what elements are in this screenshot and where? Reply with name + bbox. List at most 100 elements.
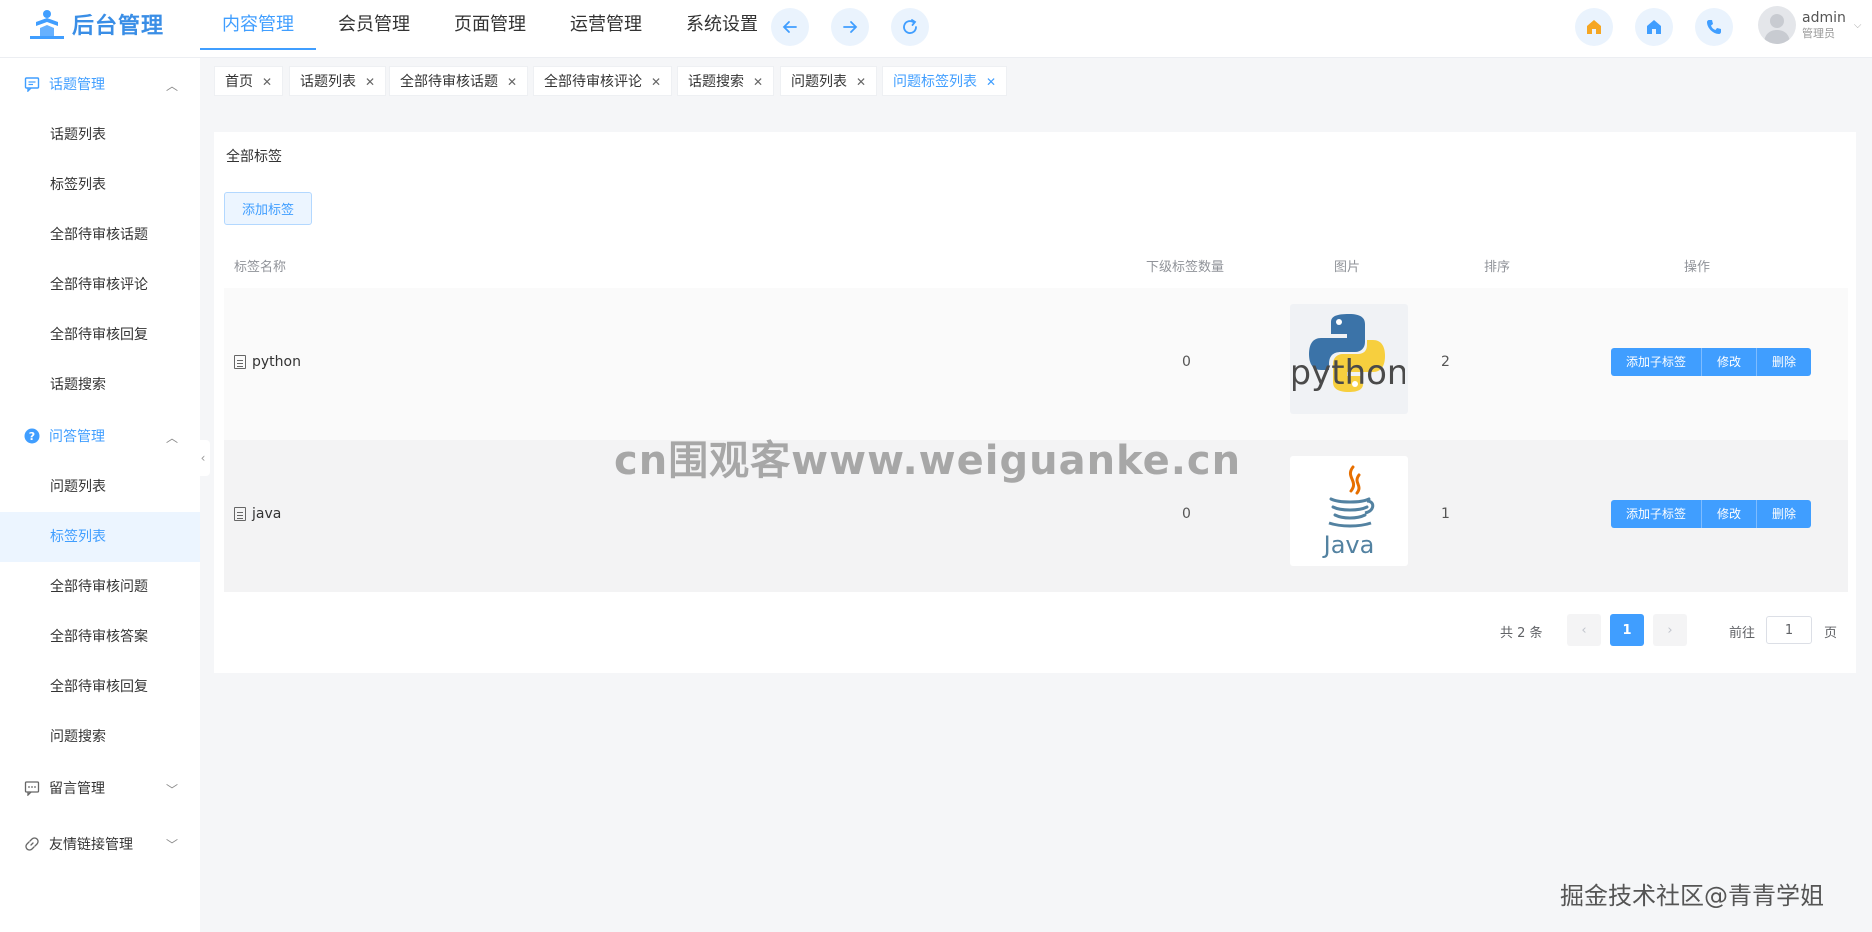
- back-button[interactable]: [771, 8, 809, 46]
- sidebar-item-pending-answers[interactable]: 全部待审核答案: [0, 612, 200, 662]
- arrow-left-icon: [782, 21, 797, 33]
- sidebar-item-topic-search[interactable]: 话题搜索: [0, 360, 200, 410]
- row-actions: 添加子标签 修改 删除: [1611, 348, 1812, 376]
- tag-home[interactable]: 首页 ✕: [214, 66, 284, 96]
- delete-button[interactable]: 删除: [1757, 500, 1812, 528]
- sidebar-group-topics[interactable]: 话题管理 ︿: [0, 58, 200, 110]
- refresh-icon: [903, 19, 917, 34]
- sidebar-group-label: 友情链接管理: [49, 837, 133, 853]
- top-nav: 内容管理 会员管理 页面管理 运营管理 系统设置: [200, 0, 780, 50]
- tag-name-cell: java: [234, 506, 281, 522]
- sidebar-group-qa[interactable]: ? 问答管理 ︿: [0, 410, 200, 462]
- sidebar-item-pending-replies[interactable]: 全部待审核回复: [0, 310, 200, 360]
- close-icon[interactable]: ✕: [507, 75, 517, 89]
- sidebar-group-label: 问答管理: [49, 429, 105, 445]
- sidebar-item-question-tags[interactable]: 标签列表: [0, 512, 200, 562]
- chat-icon: [24, 76, 40, 92]
- goto-page-input[interactable]: 1: [1766, 616, 1812, 644]
- tag-question-tags[interactable]: 问题标签列表 ✕: [882, 66, 1008, 96]
- document-icon: [234, 507, 246, 521]
- tag-pending-topics[interactable]: 全部待审核话题 ✕: [389, 66, 529, 96]
- close-icon[interactable]: ✕: [986, 75, 996, 89]
- tag-topic-search[interactable]: 话题搜索 ✕: [677, 66, 775, 96]
- chevron-up-icon: ︿: [165, 431, 178, 445]
- close-icon[interactable]: ✕: [753, 75, 763, 89]
- user-role: 管理员: [1802, 27, 1835, 40]
- chevron-up-icon: ︿: [165, 79, 178, 93]
- home-orange-button[interactable]: [1575, 8, 1613, 46]
- sort-value: 2: [1441, 354, 1450, 370]
- prev-page-button[interactable]: ‹: [1567, 614, 1601, 646]
- close-icon[interactable]: ✕: [651, 75, 661, 89]
- sidebar-item-pending-comments[interactable]: 全部待审核评论: [0, 260, 200, 310]
- column-header-sort: 排序: [1484, 260, 1511, 275]
- edit-button[interactable]: 修改: [1702, 348, 1758, 376]
- sidebar-group-label: 话题管理: [49, 77, 105, 93]
- sidebar-item-question-search[interactable]: 问题搜索: [0, 712, 200, 762]
- page-suffix: 页: [1824, 626, 1838, 641]
- page-number-button[interactable]: 1: [1610, 614, 1644, 646]
- card-title: 全部标签: [226, 149, 282, 165]
- home-icon: [1587, 20, 1601, 34]
- goto-label: 前往: [1729, 626, 1756, 641]
- column-header-actions: 操作: [1684, 260, 1711, 275]
- svg-text:Java: Java: [1322, 531, 1375, 559]
- sidebar-collapse-handle[interactable]: ‹: [196, 440, 210, 476]
- tags-card: 全部标签 添加标签 标签名称 下级标签数量 图片 排序 操作 python 0 …: [214, 132, 1856, 673]
- app-logo[interactable]: 后台管理: [28, 8, 164, 40]
- tag-name-cell: python: [234, 354, 301, 370]
- home-icon: [1647, 20, 1661, 34]
- phone-button[interactable]: [1695, 8, 1733, 46]
- close-icon[interactable]: ✕: [262, 75, 272, 89]
- add-child-tag-button[interactable]: 添加子标签: [1611, 500, 1703, 528]
- edit-button[interactable]: 修改: [1702, 500, 1758, 528]
- close-icon[interactable]: ✕: [856, 75, 866, 89]
- sort-value: 1: [1441, 506, 1450, 522]
- row-actions: 添加子标签 修改 删除: [1611, 500, 1812, 528]
- chevron-down-icon: ﹀: [165, 838, 178, 852]
- chevron-down-icon: ﹀: [165, 783, 178, 797]
- document-icon: [234, 355, 246, 369]
- column-header-name: 标签名称: [234, 260, 287, 275]
- watermark-center: cn围观客www.weiguanke.cn: [614, 438, 1242, 484]
- forward-button[interactable]: [831, 8, 869, 46]
- close-icon[interactable]: ✕: [365, 75, 375, 89]
- sidebar-item-pending-qa-replies[interactable]: 全部待审核回复: [0, 662, 200, 712]
- topnav-members[interactable]: 会员管理: [316, 0, 432, 50]
- topnav-content[interactable]: 内容管理: [200, 0, 316, 50]
- children-count: 0: [1182, 354, 1191, 370]
- pagination-total: 共 2 条: [1500, 626, 1543, 641]
- topnav-operations[interactable]: 运营管理: [548, 0, 664, 50]
- topnav-pages[interactable]: 页面管理: [432, 0, 548, 50]
- chevron-down-icon: ⌵: [1853, 19, 1862, 31]
- add-child-tag-button[interactable]: 添加子标签: [1611, 348, 1703, 376]
- user-menu[interactable]: admin 管理员 ⌵: [1758, 6, 1861, 44]
- topnav-settings[interactable]: 系统设置: [664, 0, 780, 50]
- add-tag-button[interactable]: 添加标签: [224, 192, 312, 225]
- home-blue-button[interactable]: [1635, 8, 1673, 46]
- python-logo-image[interactable]: python: [1290, 304, 1408, 414]
- refresh-button[interactable]: [891, 8, 929, 46]
- java-logo-image[interactable]: Java: [1290, 456, 1408, 566]
- column-header-children: 下级标签数量: [1146, 260, 1225, 275]
- tag-topic-list[interactable]: 话题列表 ✕: [289, 66, 387, 96]
- next-page-button[interactable]: ›: [1653, 614, 1687, 646]
- arrow-right-icon: [843, 21, 858, 33]
- sidebar: 话题管理 ︿ 话题列表 标签列表 全部待审核话题 全部待审核评论 全部待审核回复…: [0, 58, 200, 932]
- link-icon: [24, 836, 40, 852]
- sidebar-item-pending-questions[interactable]: 全部待审核问题: [0, 562, 200, 612]
- sidebar-group-links[interactable]: 友情链接管理 ﹀: [0, 814, 200, 874]
- sidebar-item-topic-list[interactable]: 话题列表: [0, 110, 200, 160]
- logo-icon: [28, 8, 66, 40]
- tag-pending-comments[interactable]: 全部待审核评论 ✕: [533, 66, 673, 96]
- svg-text:python: python: [1293, 353, 1405, 393]
- column-header-image: 图片: [1334, 260, 1361, 275]
- sidebar-item-question-list[interactable]: 问题列表: [0, 462, 200, 512]
- delete-button[interactable]: 删除: [1757, 348, 1812, 376]
- sidebar-group-messages[interactable]: 留言管理 ﹀: [0, 762, 200, 814]
- sidebar-item-topic-tags[interactable]: 标签列表: [0, 160, 200, 210]
- logo-text: 后台管理: [72, 14, 165, 39]
- user-name: admin: [1802, 10, 1846, 26]
- sidebar-item-pending-topics[interactable]: 全部待审核话题: [0, 210, 200, 260]
- tag-question-list[interactable]: 问题列表 ✕: [780, 66, 878, 96]
